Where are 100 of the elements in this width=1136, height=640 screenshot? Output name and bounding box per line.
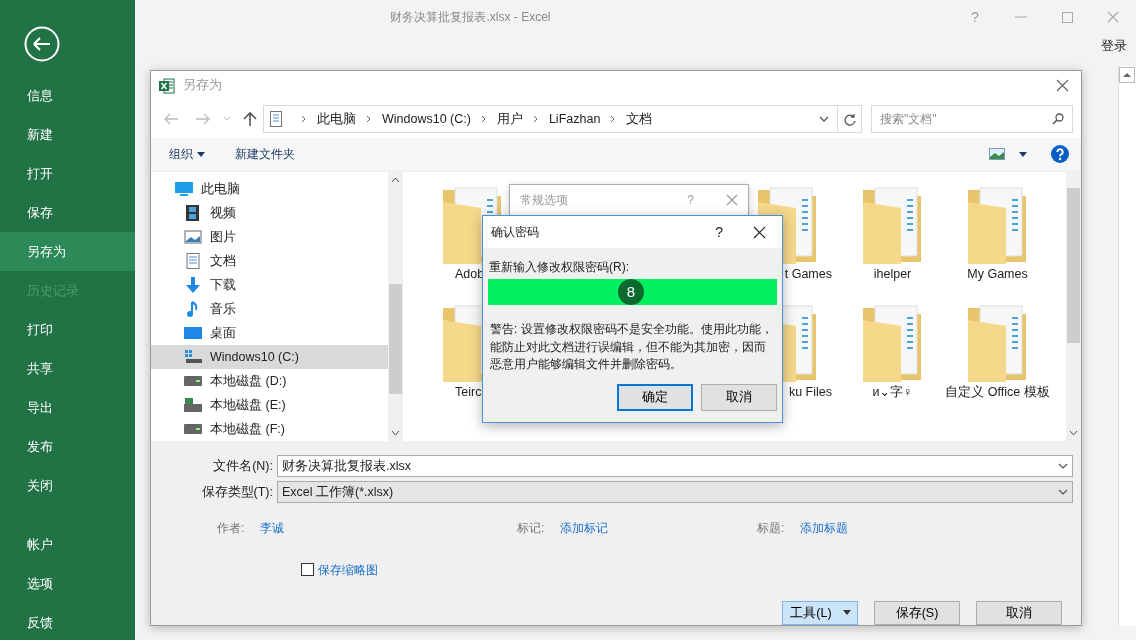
drive-icon (184, 421, 202, 437)
breadcrumb-item[interactable]: Windows10 (C:) (382, 109, 471, 129)
tree-item[interactable]: 本地磁盘 (D:) (151, 369, 388, 393)
step-badge: 8 (618, 279, 644, 305)
breadcrumb-item[interactable]: LiFazhan (548, 109, 601, 129)
caret-icon[interactable] (1019, 151, 1027, 157)
field-label: 作者: (217, 520, 245, 537)
document-icon (269, 111, 283, 128)
tree-item[interactable]: 下载 (151, 273, 388, 297)
field-label: 标记: (517, 520, 545, 537)
tree-item[interactable]: 文档 (151, 249, 388, 273)
sidebar-item[interactable]: 打印 (0, 310, 135, 349)
scroll-up-icon[interactable] (1119, 67, 1135, 83)
close-icon[interactable] (753, 225, 766, 239)
link[interactable]: 添加标题 (800, 519, 849, 537)
field-label: 文件名(N): (212, 457, 274, 475)
download-icon (184, 277, 202, 293)
dialog-title: 另存为 (183, 77, 223, 95)
dialog-button[interactable]: 取消 (701, 384, 777, 411)
tree-item[interactable]: 图片 (151, 225, 388, 249)
scrollbar[interactable] (388, 172, 403, 441)
tree-item[interactable]: 视频 (151, 201, 388, 225)
tree-item[interactable]: 音乐 (151, 297, 388, 321)
pc-icon (175, 181, 193, 197)
caret-icon (197, 151, 205, 157)
link[interactable]: 李诚 (260, 519, 285, 537)
sidebar-item[interactable]: 帐户 (0, 525, 135, 564)
search-field[interactable]: 搜索"文档" (871, 105, 1073, 134)
dialog-button[interactable]: 保存(S) (874, 601, 960, 625)
chevron-icon[interactable] (532, 115, 539, 124)
scroll-up-icon[interactable] (391, 177, 400, 183)
file-name[interactable]: ihelper (873, 267, 912, 281)
video-icon (184, 205, 202, 221)
pictures-icon (184, 229, 202, 245)
file-name[interactable]: Teirc (455, 385, 482, 399)
help-button[interactable]: ? (715, 221, 723, 243)
file-name[interactable]: t Games (784, 267, 832, 281)
checkbox[interactable] (301, 563, 314, 577)
link[interactable]: 添加标记 (560, 519, 609, 537)
sidebar-item[interactable]: 发布 (0, 427, 135, 466)
breadcrumb-item[interactable]: 用户 (496, 109, 523, 129)
field-label: 重新输入修改权限密码(R): (489, 259, 630, 276)
field-label: 保存类型(T): (200, 483, 274, 501)
network-drive-icon (184, 397, 202, 413)
sidebar-item[interactable]: 新建 (0, 115, 135, 154)
tree-item[interactable]: 本地磁盘 (E:) (151, 393, 388, 417)
tools-menu-button[interactable]: 工具(L) (782, 601, 858, 625)
breadcrumb-item[interactable]: 文档 (626, 109, 653, 129)
scroll-down-icon[interactable] (391, 430, 400, 436)
dialog-button[interactable]: 取消 (976, 601, 1062, 625)
search-icon[interactable] (1052, 113, 1064, 126)
file-name[interactable]: ku Files (788, 385, 832, 399)
sign-in-link[interactable]: 登录 (135, 37, 1136, 56)
file-type-dropdown[interactable]: Excel 工作簿(*.xlsx) (277, 481, 1073, 503)
chevron-down-icon[interactable] (1058, 489, 1068, 495)
organize-menu[interactable]: 组织 (169, 145, 205, 164)
chevron-down-icon[interactable] (819, 116, 829, 123)
sidebar-item[interactable]: 反馈 (0, 603, 135, 640)
scroll-down-icon[interactable] (1069, 430, 1078, 436)
sidebar-item[interactable]: 选项 (0, 564, 135, 603)
tree-item[interactable]: 桌面 (151, 321, 388, 345)
help-icon[interactable] (1051, 145, 1069, 164)
new-folder-button[interactable]: 新建文件夹 (235, 145, 295, 164)
checkbox-label[interactable]: 保存缩略图 (318, 561, 378, 579)
window-title: 财务决算批复报表.xlsx - Excel (389, 9, 552, 26)
chevron-icon[interactable] (301, 115, 307, 124)
sidebar-item[interactable]: 信息 (0, 76, 135, 115)
tree-item[interactable]: 此电脑 (151, 177, 388, 201)
breadcrumb-item[interactable]: 此电脑 (317, 109, 356, 129)
dialog-title: 常规选项 (520, 192, 569, 209)
scrollbar[interactable] (1118, 66, 1136, 626)
sidebar-item[interactable]: 关闭 (0, 466, 135, 505)
chevron-icon[interactable] (366, 115, 372, 124)
up-arrow-icon[interactable] (243, 111, 257, 128)
tree-item[interactable]: 本地磁盘 (F:) (151, 417, 388, 441)
dialog-title: 确认密码 (491, 224, 540, 241)
chevron-down-icon[interactable] (1058, 463, 1068, 469)
excel-icon (159, 77, 175, 94)
drive-icon (184, 373, 202, 389)
file-name[interactable]: My Games (967, 267, 1028, 281)
file-name-field[interactable]: 财务决算批复报表.xlsx (277, 455, 1073, 477)
sidebar-item[interactable]: 共享 (0, 349, 135, 388)
refresh-icon[interactable] (843, 112, 856, 126)
sidebar-item[interactable]: 保存 (0, 193, 135, 232)
view-icon[interactable] (989, 148, 1005, 161)
warning-text: 警告: 设置修改权限密码不是安全功能。使用此功能，能防止对此文档进行误编辑，但不能为其加密，因而恶意用户能够编辑文件并删除密码。 (490, 321, 774, 373)
desktop-icon (184, 325, 202, 341)
tree-item[interactable]: Windows10 (C:) (151, 345, 388, 369)
file-name[interactable]: и⌄字♀ (872, 385, 913, 399)
password-field[interactable]: 8 (488, 279, 777, 305)
scrollbar[interactable] (1066, 172, 1081, 441)
chevron-icon[interactable] (610, 115, 617, 124)
sidebar-item[interactable]: 另存为 (0, 232, 135, 271)
sidebar-item[interactable]: 打开 (0, 154, 135, 193)
file-name[interactable]: 自定义 Office 模板 (945, 385, 1050, 399)
dialog-button[interactable]: 确定 (617, 384, 693, 411)
sidebar-item[interactable]: 导出 (0, 388, 135, 427)
chevron-icon[interactable] (480, 115, 487, 124)
caret-icon (843, 610, 851, 616)
system-drive-icon (184, 349, 202, 365)
